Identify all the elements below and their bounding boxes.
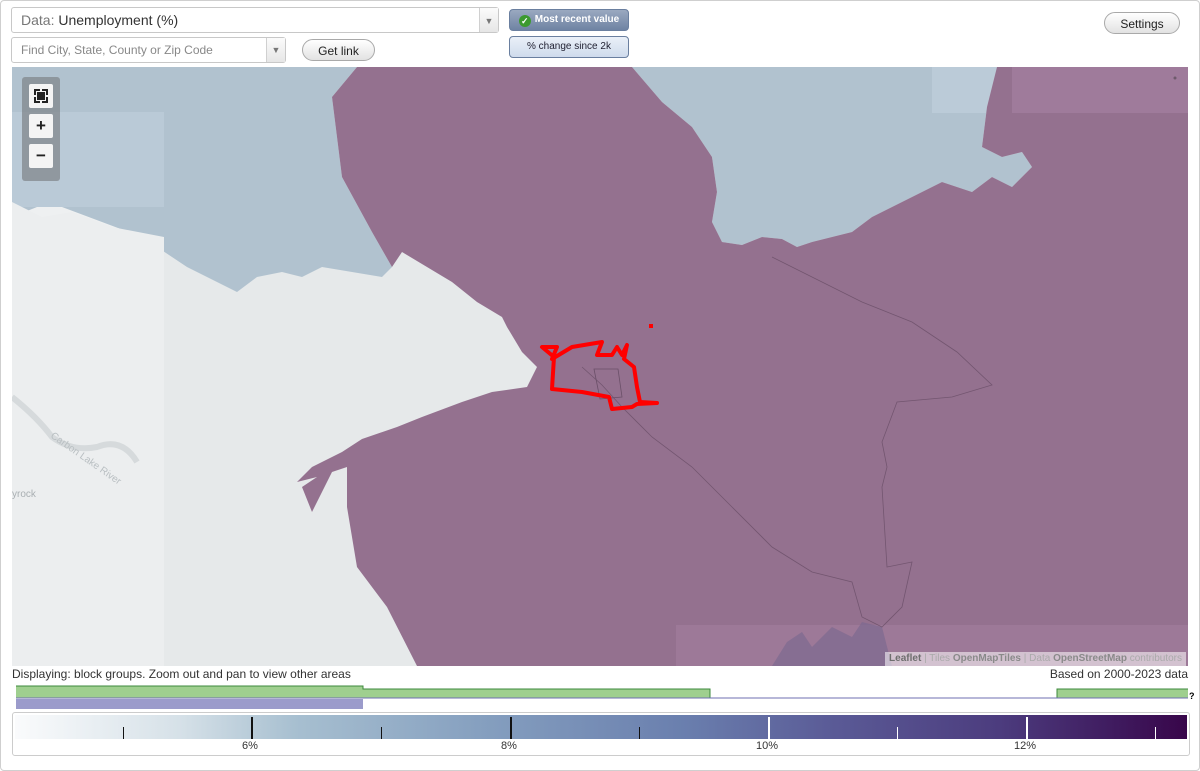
- legend-gradient: [15, 715, 1187, 739]
- legend-tick: [897, 727, 898, 739]
- legend-tick: [639, 727, 640, 739]
- histogram-selected-band: [16, 699, 363, 709]
- legend-tick: [768, 717, 770, 739]
- legend-tick: [1026, 717, 1028, 739]
- displaying-note: Displaying: block groups. Zoom out and p…: [12, 667, 351, 681]
- most-recent-value-button[interactable]: ✓ Most recent value: [509, 9, 629, 31]
- histogram-green-band: [16, 686, 1188, 698]
- chevron-down-icon[interactable]: ▼: [479, 8, 498, 32]
- attribution-separator: |: [924, 653, 927, 664]
- legend-tick: [510, 717, 512, 739]
- data-select-text: Data: Unemployment (%): [21, 12, 179, 28]
- attribution-separator: |: [1023, 653, 1027, 664]
- map-highlight-dot: [649, 324, 653, 328]
- openstreetmap-link[interactable]: OpenStreetMap: [1053, 653, 1127, 664]
- map-view[interactable]: Carbon Lake River yrock + − Leaflet | Ti…: [12, 67, 1188, 666]
- openmaptiles-link[interactable]: OpenMapTiles: [953, 653, 1021, 664]
- help-icon[interactable]: ?: [1189, 691, 1195, 701]
- legend-tick: [381, 727, 382, 739]
- get-link-button[interactable]: Get link: [302, 39, 375, 61]
- map-light-land: [12, 202, 164, 666]
- legend-tick: [1155, 727, 1156, 739]
- fullscreen-button[interactable]: [29, 84, 53, 108]
- legend-tick: [251, 717, 253, 739]
- legend-label-8: 8%: [501, 740, 517, 752]
- attribution-data-prefix: Data: [1029, 653, 1051, 664]
- chevron-down-icon[interactable]: ▼: [266, 38, 285, 62]
- map-canvas[interactable]: Carbon Lake River yrock: [12, 67, 1188, 666]
- color-legend: 6% 8% 10% 12%: [12, 712, 1190, 756]
- percent-change-button[interactable]: % change since 2k: [509, 36, 629, 58]
- data-select[interactable]: Data: Unemployment (%) ▼: [11, 7, 499, 33]
- legend-label-12: 12%: [1014, 740, 1037, 752]
- zoom-controls: + −: [22, 77, 60, 181]
- map-region-purple-tile: [1012, 67, 1188, 113]
- location-search-input[interactable]: [12, 38, 266, 62]
- check-icon: ✓: [518, 15, 531, 27]
- town-label: yrock: [12, 489, 37, 500]
- map-attribution: Leaflet | Tiles OpenMapTiles | Data Open…: [885, 652, 1186, 666]
- zoom-out-button[interactable]: −: [29, 144, 53, 168]
- fullscreen-icon: [34, 89, 48, 103]
- leaflet-link[interactable]: Leaflet: [889, 653, 921, 664]
- minus-icon: −: [36, 146, 46, 165]
- attribution-tiles-prefix: Tiles: [929, 653, 951, 664]
- legend-tick: [123, 727, 124, 739]
- legend-label-6: 6%: [242, 740, 258, 752]
- most-recent-label: Most recent value: [534, 14, 620, 25]
- distribution-histogram[interactable]: [16, 684, 1188, 712]
- zoom-in-button[interactable]: +: [29, 114, 53, 138]
- legend-label-10: 10%: [756, 740, 779, 752]
- location-search-field[interactable]: ▼: [11, 37, 286, 63]
- settings-button[interactable]: Settings: [1104, 12, 1180, 34]
- data-range-note: Based on 2000-2023 data: [1049, 667, 1188, 681]
- map-dot: [1173, 76, 1177, 80]
- attribution-suffix: contributors: [1129, 653, 1182, 664]
- plus-icon: +: [36, 116, 46, 135]
